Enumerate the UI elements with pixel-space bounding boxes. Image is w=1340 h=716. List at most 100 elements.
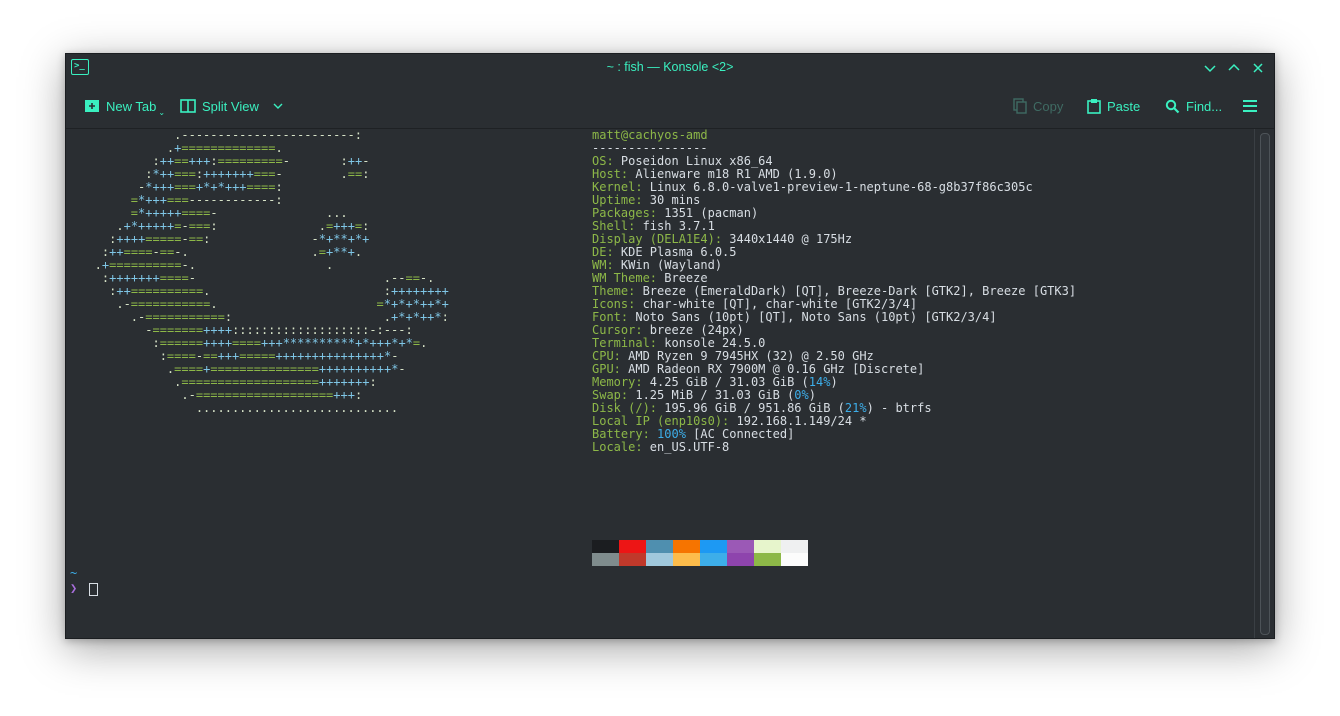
copy-button[interactable]: Copy [1013, 96, 1063, 116]
ascii-logo-line: :*++===:+++++++===- .==: [73, 167, 370, 181]
ascii-logo-line: :++==+++:=========- :++- [73, 154, 370, 168]
ascii-logo-line: .+==========-. . [73, 258, 334, 272]
info-value-tail: ) [808, 388, 816, 402]
color-swatch [781, 553, 808, 566]
window-title: ~ : fish — Konsole <2> [606, 60, 734, 74]
info-value-tail: ) [830, 375, 838, 389]
info-value: fish 3.7.1 [635, 219, 715, 233]
find-button[interactable]: Find... [1165, 96, 1222, 116]
info-key: DE: [592, 245, 614, 259]
info-value: 192.168.1.149/24 * [729, 414, 867, 428]
scrollbar-thumb[interactable] [1260, 133, 1270, 635]
info-key: Uptime: [592, 193, 643, 207]
ascii-logo-line: .===================+++++++: [73, 375, 377, 389]
ascii-logo-line: ............................ [73, 401, 399, 415]
ascii-logo-line: :++++=====-==: -*+**+*+ [73, 232, 370, 246]
hamburger-menu-button[interactable] [1242, 96, 1258, 116]
color-palette [592, 540, 808, 566]
info-key: Font: [592, 310, 629, 324]
color-swatch [619, 540, 646, 553]
color-swatch [619, 553, 646, 566]
chevron-down-icon: ⌄ [158, 107, 166, 117]
ascii-logo-line: :====-==+++=====+++++++++++++++*- [73, 349, 399, 363]
info-key: Disk (/): [592, 401, 658, 415]
info-value: en_US.UTF-8 [642, 440, 730, 454]
ascii-logo-line: .-===================+++: [73, 388, 363, 402]
info-key: Host: [592, 167, 629, 181]
ascii-logo-line: .+=============. [73, 141, 283, 155]
info-key: Cursor: [592, 323, 643, 337]
hamburger-menu-icon [1243, 100, 1257, 112]
chevron-down-icon [273, 103, 283, 109]
close-icon[interactable] [1248, 58, 1268, 78]
new-tab-button[interactable]: New Tab ⌄ [84, 96, 169, 117]
ascii-logo-line: =*+++===------------: [130, 193, 283, 207]
info-key: Icons: [592, 297, 636, 311]
info-key: WM: [592, 258, 614, 272]
info-key: Memory: [592, 375, 643, 389]
info-key: Display (DELA1E4): [592, 232, 723, 246]
ascii-logo-line: -=======++++:::::::::::::::::::-:---: [73, 323, 413, 337]
info-value: Alienware m18 R1 AMD (1.9.0) [628, 167, 838, 181]
info-value: KDE Plasma 6.0.5 [613, 245, 737, 259]
color-swatch [727, 553, 754, 566]
color-swatch [781, 540, 808, 553]
info-key: Kernel: [592, 180, 643, 194]
distro-ascii-logo: .------------------------: .+===========… [73, 129, 449, 415]
split-view-icon [180, 99, 196, 113]
info-percentage: 21% [844, 401, 867, 415]
info-key: Swap: [592, 388, 629, 402]
new-tab-label: New Tab [106, 98, 157, 114]
info-value: Noto Sans (10pt) [QT], Noto Sans (10pt) … [628, 310, 997, 324]
info-key: Battery: [592, 427, 650, 441]
info-value: AMD Radeon RX 7900M @ 0.16 GHz [Discrete… [620, 362, 925, 376]
info-value: konsole 24.5.0 [657, 336, 766, 350]
maximize-icon[interactable] [1224, 58, 1244, 78]
info-value: char-white [QT], char-white [GTK2/3/4] [635, 297, 918, 311]
color-swatch [727, 540, 754, 553]
info-key: OS: [592, 154, 614, 168]
prompt-cwd: ~ [70, 566, 78, 580]
ascii-logo-line: :++====-==-. .=+**+. [73, 245, 363, 259]
color-swatch [592, 540, 619, 553]
ascii-logo-line: .-===========. =*+*+*++*+ [73, 297, 449, 311]
minimize-icon[interactable] [1200, 58, 1220, 78]
split-view-button[interactable]: Split View [180, 96, 285, 116]
info-value: AMD Ryzen 9 7945HX (32) @ 2.50 GHz [620, 349, 874, 363]
paste-icon [1087, 99, 1101, 114]
info-value: 1351 (pacman) [657, 206, 759, 220]
info-key: GPU: [592, 362, 621, 376]
info-value: 3440x1440 @ 175Hz [722, 232, 853, 246]
copy-label: Copy [1033, 98, 1064, 114]
palette-row-normal [592, 540, 808, 553]
color-swatch [646, 553, 673, 566]
color-swatch [700, 540, 727, 553]
info-value: breeze (24px) [642, 323, 744, 337]
info-percentage: 100% [657, 427, 686, 441]
scrollbar[interactable] [1254, 129, 1274, 638]
ascii-logo-line: .+*+++++=-===: .=+++=: [73, 219, 370, 233]
titlebar[interactable]: >_ ~ : fish — Konsole <2> [66, 54, 1274, 82]
terminal-view[interactable]: .------------------------: .+===========… [66, 129, 1254, 638]
ascii-logo-line: .-===========: .+*+*++*: [73, 310, 449, 324]
paste-button[interactable]: Paste [1087, 96, 1140, 116]
info-percentage: 14% [808, 375, 831, 389]
ascii-logo-line: :======++++====+++**********+*+++*+*=. [73, 336, 428, 350]
info-value [650, 427, 657, 441]
info-value: Poseidon Linux x86_64 [613, 154, 773, 168]
konsole-window: >_ ~ : fish — Konsole <2> New Tab ⌄ Spli… [65, 53, 1275, 639]
info-value-tail: [AC Connected] [685, 427, 795, 441]
info-value: 1.25 MiB / 31.03 GiB ( [628, 388, 795, 402]
ascii-logo-line: .====+===============++++++++++*- [73, 362, 406, 376]
info-key: CPU: [592, 349, 621, 363]
ascii-logo-line: :+++++++====- .--==-. [73, 271, 435, 285]
color-swatch [646, 540, 673, 553]
color-swatch [673, 553, 700, 566]
color-swatch [754, 553, 781, 566]
info-key: Local IP (enp10s0): [592, 414, 730, 428]
find-label: Find... [1186, 98, 1223, 114]
info-key: Terminal: [592, 336, 658, 350]
search-icon [1165, 99, 1180, 113]
copy-icon [1013, 98, 1027, 114]
color-swatch [700, 553, 727, 566]
